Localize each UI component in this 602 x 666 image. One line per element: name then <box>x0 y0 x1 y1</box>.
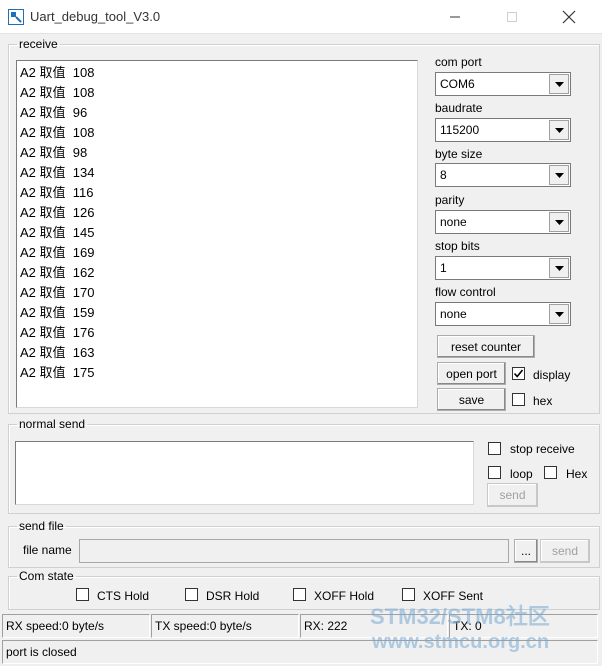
com-port-select[interactable]: COM6 <box>435 72 571 96</box>
hex-send-label: Hex <box>566 467 588 481</box>
maximize-button <box>489 0 535 34</box>
send-file-legend: send file <box>19 519 64 533</box>
cts-hold-checkbox[interactable] <box>76 588 89 601</box>
hex-display-checkbox[interactable] <box>512 393 525 406</box>
display-checkbox[interactable] <box>512 367 525 380</box>
receive-line: A2 取值 108 <box>20 125 95 140</box>
chevron-down-icon <box>554 172 564 178</box>
xoff-sent-checkbox[interactable] <box>402 588 415 601</box>
com-port-value: COM6 <box>440 77 475 91</box>
flow-control-label: flow control <box>435 285 496 299</box>
stop-bits-label: stop bits <box>435 239 480 253</box>
dropdown-arrow-button[interactable] <box>549 304 569 324</box>
receive-line: A2 取值 169 <box>20 245 95 260</box>
dropdown-arrow-button[interactable] <box>549 74 569 94</box>
parity-select[interactable]: none <box>435 210 571 234</box>
window-title: Uart_debug_tool_V3.0 <box>30 9 161 24</box>
chevron-down-icon <box>554 311 564 317</box>
app-icon <box>8 9 24 25</box>
xoff-hold-checkbox[interactable] <box>293 588 306 601</box>
chevron-down-icon <box>554 127 564 133</box>
receive-line: A2 取值 163 <box>20 345 95 360</box>
file-name-label: file name <box>23 543 72 557</box>
dropdown-arrow-button[interactable] <box>549 212 569 232</box>
save-button[interactable]: save <box>437 388 506 411</box>
browse-button[interactable]: ... <box>514 539 538 563</box>
chevron-down-icon <box>554 81 564 87</box>
display-label: display <box>533 368 571 382</box>
receive-line: A2 取值 98 <box>20 145 88 160</box>
stop-bits-select[interactable]: 1 <box>435 256 571 280</box>
byte-size-select[interactable]: 8 <box>435 163 571 187</box>
close-button[interactable] <box>546 0 592 34</box>
stop-receive-checkbox[interactable] <box>488 442 501 455</box>
cts-hold-label: CTS Hold <box>97 589 150 603</box>
minimize-icon <box>450 16 460 18</box>
receive-line: A2 取值 176 <box>20 325 95 340</box>
dropdown-arrow-button[interactable] <box>549 258 569 278</box>
baudrate-label: baudrate <box>435 101 483 115</box>
receive-line: A2 取值 159 <box>20 305 95 320</box>
receive-line: A2 取值 108 <box>20 85 95 100</box>
receive-textarea[interactable]: A2 取值 108 A2 取值 108 A2 取值 96 A2 取值 108 A2 取值… <box>16 60 418 408</box>
receive-line: A2 取值 175 <box>20 365 95 380</box>
checkmark-icon <box>513 369 524 378</box>
receive-line: A2 取值 162 <box>20 265 95 280</box>
flow-control-value: none <box>440 307 467 321</box>
receive-line: A2 取值 134 <box>20 165 95 180</box>
receive-line: A2 取值 170 <box>20 285 95 300</box>
hex-send-checkbox[interactable] <box>544 466 557 479</box>
receive-line: A2 取值 96 <box>20 105 88 120</box>
watermark-url: www.stmcu.org.cn <box>372 631 550 653</box>
receive-line: A2 取值 126 <box>20 205 95 220</box>
dsr-hold-checkbox[interactable] <box>185 588 198 601</box>
xoff-hold-label: XOFF Hold <box>314 589 375 603</box>
send-textarea[interactable] <box>15 441 474 505</box>
dsr-hold-label: DSR Hold <box>206 589 260 603</box>
byte-size-value: 8 <box>440 168 447 182</box>
baudrate-select[interactable]: 115200 <box>435 118 571 142</box>
receive-line: A2 取值 145 <box>20 225 95 240</box>
reset-counter-button[interactable]: reset counter <box>437 335 535 358</box>
title-bar[interactable]: Uart_debug_tool_V3.0 <box>0 0 602 34</box>
flow-control-select[interactable]: none <box>435 302 571 326</box>
xoff-sent-label: XOFF Sent <box>423 589 484 603</box>
byte-size-label: byte size <box>435 147 483 161</box>
normal-send-legend: normal send <box>19 417 86 431</box>
rx-speed-status: RX speed:0 byte/s <box>2 614 150 638</box>
chevron-down-icon <box>554 265 564 271</box>
close-icon <box>562 10 576 24</box>
chevron-down-icon <box>554 219 564 225</box>
minimize-button[interactable] <box>432 0 478 34</box>
com-state-legend: Com state <box>19 569 74 583</box>
watermark-title: STM32/STM8社区 <box>370 604 550 629</box>
baudrate-value: 115200 <box>440 123 480 137</box>
send-button[interactable]: send <box>487 483 538 507</box>
hex-display-label: hex <box>533 394 553 408</box>
receive-line: A2 取值 116 <box>20 185 94 200</box>
receive-line: A2 取值 108 <box>20 65 95 80</box>
receive-legend: receive <box>19 37 58 51</box>
loop-checkbox[interactable] <box>488 466 501 479</box>
dropdown-arrow-button[interactable] <box>549 165 569 185</box>
stop-receive-label: stop receive <box>510 442 575 456</box>
tx-speed-status: TX speed:0 byte/s <box>151 614 299 638</box>
stop-bits-value: 1 <box>440 261 447 275</box>
open-port-button[interactable]: open port <box>437 362 506 385</box>
file-name-input[interactable] <box>79 539 509 563</box>
send-file-button[interactable]: send <box>540 539 590 563</box>
parity-value: none <box>440 215 467 229</box>
parity-label: parity <box>435 193 465 207</box>
com-port-label: com port <box>435 55 482 69</box>
maximize-icon <box>507 12 517 22</box>
dropdown-arrow-button[interactable] <box>549 120 569 140</box>
loop-label: loop <box>510 467 533 481</box>
